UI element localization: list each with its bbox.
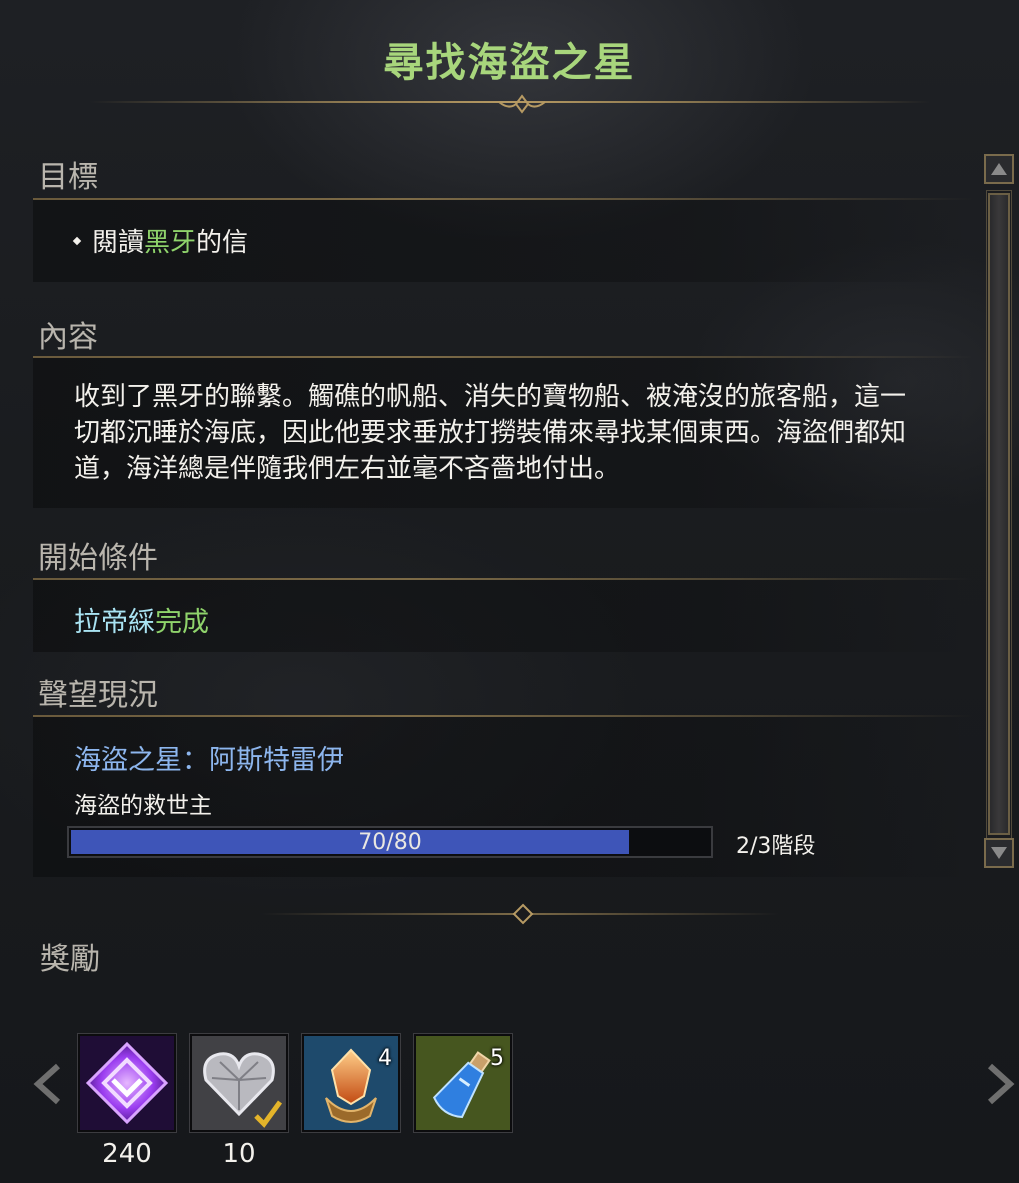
objective-highlight: 黑牙 (144, 228, 197, 258)
start-condition: 拉帝綵完成 (74, 600, 209, 639)
reputation-rank: 海盜的救世主 (74, 793, 212, 819)
reward-item-3-count: 4 (378, 1046, 392, 1071)
objective-suffix: 的信 (196, 228, 249, 258)
content-header: 內容 (38, 320, 98, 355)
reward-item-4-count: 5 (490, 1046, 504, 1071)
triangle-down-icon (991, 847, 1007, 859)
objective-item[interactable]: 閱讀黑牙的信 (72, 222, 249, 259)
chevron-left-icon[interactable] (28, 1062, 68, 1106)
purple-crystal-icon (80, 1036, 174, 1130)
title-ornament-icon (498, 94, 546, 114)
objective-prefix: 閱讀 (92, 228, 145, 258)
quest-title: 尋找海盜之星 (383, 40, 636, 86)
content-text: 收到了黑牙的聯繫。觸礁的帆船、消失的寶物船、被淹沒的旅客船，這一切都沉睡於海底，… (74, 382, 907, 484)
reputation-stage: 2/3階段 (736, 834, 816, 859)
reputation-header: 聲望現況 (38, 678, 158, 713)
scroll-up-button[interactable] (984, 154, 1014, 184)
reward-header: 獎勵 (40, 942, 100, 977)
triangle-up-icon (991, 163, 1007, 175)
objective-header: 目標 (38, 160, 98, 195)
start-condition-header: 開始條件 (38, 541, 158, 576)
reputation-progress-bar: 70/80 (67, 826, 713, 858)
reward-item-2[interactable] (189, 1033, 289, 1133)
start-condition-npc: 拉帝綵 (74, 607, 155, 638)
scroll-down-button[interactable] (984, 838, 1014, 868)
divider-ornament-icon (512, 903, 534, 925)
reputation-progress-text: 70/80 (358, 830, 422, 855)
reward-item-1-quantity: 240 (102, 1139, 152, 1169)
chevron-right-icon[interactable] (980, 1062, 1019, 1106)
bullet-icon (72, 236, 82, 245)
scrollbar-thumb[interactable] (988, 193, 1010, 835)
crystal-heart-icon (192, 1036, 286, 1130)
reward-item-2-quantity: 10 (222, 1139, 256, 1169)
start-condition-status: 完成 (155, 607, 209, 638)
reward-item-1[interactable] (77, 1033, 177, 1133)
reputation-name: 海盜之星：阿斯特雷伊 (74, 745, 344, 776)
